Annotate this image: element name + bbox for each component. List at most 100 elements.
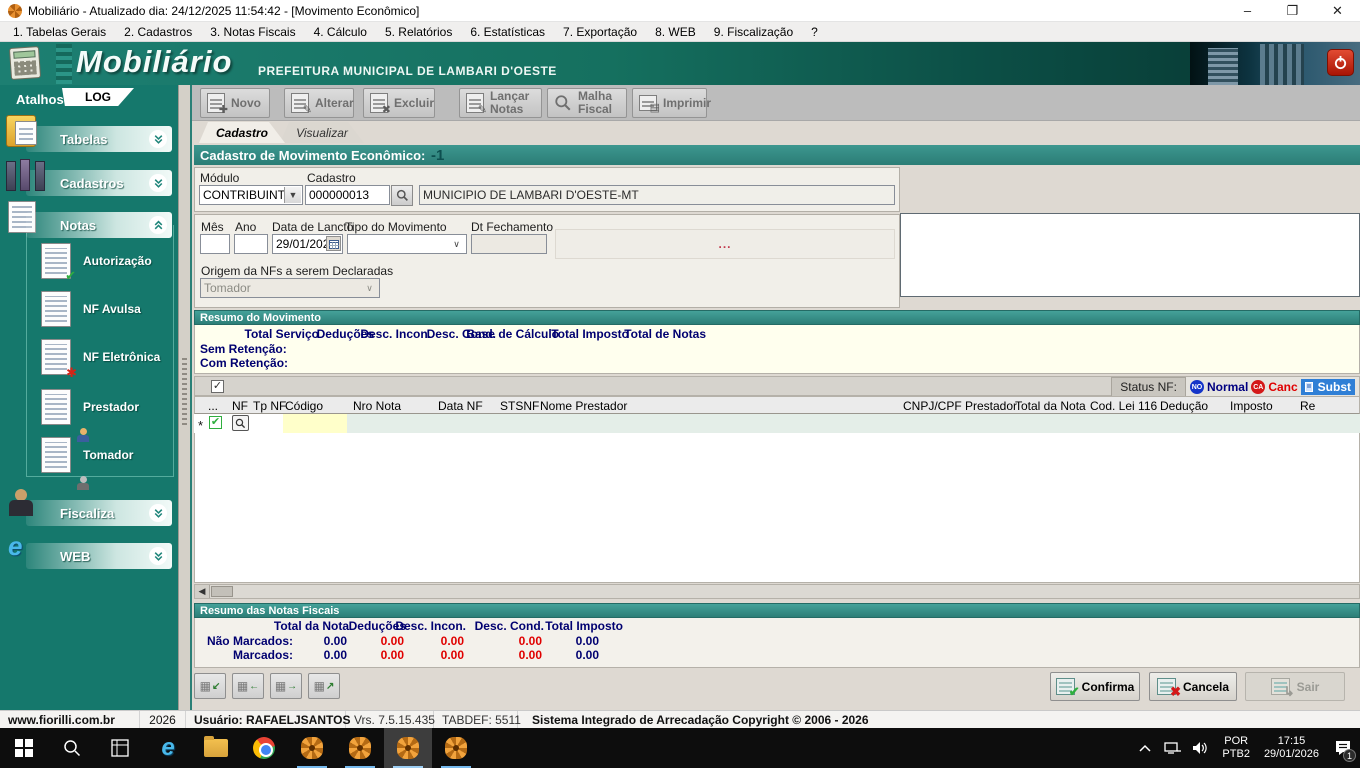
nav-next-button[interactable]: ▦→ (270, 673, 302, 699)
sidebar-group-fiscaliza[interactable]: Fiscaliza (26, 500, 172, 526)
col-imposto[interactable]: Imposto (1230, 399, 1273, 413)
taskbar-chrome[interactable] (240, 728, 288, 768)
chevron-down-icon[interactable] (149, 174, 167, 192)
power-button[interactable] (1327, 49, 1354, 76)
col-nro-nota[interactable]: Nro Nota (353, 399, 401, 413)
log-tab[interactable]: LOG (62, 88, 134, 106)
tab-cadastro[interactable]: Cadastro (199, 122, 285, 143)
col-data-nf[interactable]: Data NF (438, 399, 483, 413)
launch-notes-button[interactable]: ✎ Lançar Notas (459, 88, 542, 118)
ano-input[interactable] (234, 234, 268, 254)
col-nf[interactable]: NF (232, 399, 248, 413)
volume-icon[interactable] (1187, 728, 1215, 768)
splitter[interactable] (178, 85, 190, 710)
modulo-select[interactable]: CONTRIBUINTE ▼ (199, 185, 303, 205)
row-cells[interactable] (347, 414, 1360, 433)
chevron-up-icon[interactable] (149, 216, 167, 234)
menu-item-help[interactable]: ? (802, 22, 827, 42)
nav-prev-button[interactable]: ▦← (232, 673, 264, 699)
sidebar-item-nf-eletronica[interactable]: ✱ NF Eletrônica (41, 339, 160, 375)
new-button[interactable]: ✚ Novo (200, 88, 270, 118)
col-codigo[interactable]: Código (285, 399, 323, 413)
tab-visualizar[interactable]: Visualizar (280, 122, 364, 143)
status-canc[interactable]: Canc (1268, 380, 1297, 394)
taskbar-app-3-active[interactable] (384, 728, 432, 768)
col-cnpj-prestador[interactable]: CNPJ/CPF Prestador (903, 399, 1017, 413)
delete-button[interactable]: ✖ Excluir (363, 88, 435, 118)
notification-button[interactable]: 1 (1326, 728, 1360, 768)
menu-item-estatisticas[interactable]: 6. Estatísticas (461, 22, 554, 42)
notes-memo[interactable] (900, 213, 1360, 297)
exit-button[interactable]: ↳ Sair (1245, 672, 1345, 701)
nav-last-button[interactable]: ▦↗ (308, 673, 340, 699)
menu-item-web[interactable]: 8. WEB (646, 22, 705, 42)
menu-item-calculo[interactable]: 4. Cálculo (305, 22, 376, 42)
scroll-left-arrow[interactable]: ◀ (195, 585, 210, 598)
grid-row[interactable]: * ✔ (194, 414, 1360, 433)
language-indicator[interactable]: POR PTB2 (1215, 735, 1257, 761)
menu-item-exportacao[interactable]: 7. Exportação (554, 22, 646, 42)
sidebar-group-notas[interactable]: Notas (26, 212, 172, 238)
task-view-button[interactable] (96, 728, 144, 768)
minimize-button[interactable]: – (1225, 0, 1270, 22)
sidebar-item-prestador[interactable]: Prestador (41, 389, 139, 425)
col-dots[interactable]: ... (208, 399, 218, 413)
sidebar-item-autorizacao[interactable]: ✔ Autorização (41, 243, 152, 279)
grid-body[interactable] (194, 433, 1360, 583)
menu-item-cadastros[interactable]: 2. Cadastros (115, 22, 201, 42)
clock[interactable]: 17:15 29/01/2026 (1257, 735, 1326, 761)
col-deducao[interactable]: Dedução (1160, 399, 1208, 413)
tax-mesh-button[interactable]: Malha Fiscal (547, 88, 627, 118)
status-normal[interactable]: Normal (1207, 380, 1248, 394)
sidebar-item-tomador[interactable]: Tomador (41, 437, 133, 473)
sidebar-group-web[interactable]: WEB (26, 543, 172, 569)
select-all-checkbox[interactable]: ✓ (211, 380, 224, 393)
menu-item-tabelas-gerais[interactable]: 1. Tabelas Gerais (4, 22, 115, 42)
horizontal-scrollbar[interactable]: ◀ (194, 584, 1360, 599)
cancel-button[interactable]: ✖ Cancela (1149, 672, 1237, 701)
col-stsnf[interactable]: STSNF (500, 399, 539, 413)
row-search-button[interactable] (232, 415, 249, 431)
col-re[interactable]: Re (1300, 399, 1315, 413)
maximize-button[interactable]: ❐ (1270, 0, 1315, 22)
start-button[interactable] (0, 728, 48, 768)
close-button[interactable]: ✕ (1315, 0, 1360, 22)
menu-item-relatorios[interactable]: 5. Relatórios (376, 22, 461, 42)
col-total-nota[interactable]: Total da Nota (1015, 399, 1086, 413)
more-button[interactable]: ... (555, 229, 895, 259)
col-cod-lei[interactable]: Cod. Lei 116 (1090, 399, 1157, 413)
tray-chevron-icon[interactable] (1131, 728, 1159, 768)
data-lancto-input[interactable]: 29/01/2026 (272, 234, 343, 254)
col-nome-prestador[interactable]: Nome Prestador (540, 399, 627, 413)
search-button[interactable] (48, 728, 96, 768)
taskbar-app-2[interactable] (336, 728, 384, 768)
chevron-down-icon[interactable] (149, 504, 167, 522)
calendar-button[interactable] (326, 236, 341, 251)
sidebar-item-nf-avulsa[interactable]: NF Avulsa (41, 291, 141, 327)
edit-button[interactable]: ✎ Alterar (284, 88, 354, 118)
menu-item-fiscalizacao[interactable]: 9. Fiscalização (705, 22, 802, 42)
taskbar-app-1[interactable] (288, 728, 336, 768)
nav-first-button[interactable]: ▦↙ (194, 673, 226, 699)
sidebar-group-cadastros[interactable]: Cadastros (26, 170, 172, 196)
chevron-down-icon[interactable] (149, 130, 167, 148)
codigo-cell[interactable] (283, 414, 347, 433)
cadastro-search-button[interactable] (391, 185, 413, 206)
calculator-icon (9, 46, 41, 80)
tipo-movimento-select[interactable]: ∨ (347, 234, 467, 254)
menu-item-notas-fiscais[interactable]: 3. Notas Fiscais (201, 22, 304, 42)
taskbar-app-4[interactable] (432, 728, 480, 768)
col-tp-nf[interactable]: Tp NF (253, 399, 286, 413)
network-icon[interactable] (1159, 728, 1187, 768)
row-checkbox[interactable]: ✔ (209, 416, 222, 429)
sidebar-group-tabelas[interactable]: Tabelas (26, 126, 172, 152)
mes-input[interactable] (200, 234, 230, 254)
status-subst[interactable]: Subst (1301, 379, 1355, 395)
chevron-down-icon[interactable] (149, 547, 167, 565)
print-button[interactable]: ▤ Imprimir (632, 88, 707, 118)
cadastro-input[interactable]: 000000013 (305, 185, 390, 205)
confirm-button[interactable]: ✔ Confirma (1050, 672, 1140, 701)
taskbar-explorer[interactable] (192, 728, 240, 768)
taskbar-ie[interactable]: e (144, 728, 192, 768)
scroll-thumb[interactable] (211, 586, 233, 597)
